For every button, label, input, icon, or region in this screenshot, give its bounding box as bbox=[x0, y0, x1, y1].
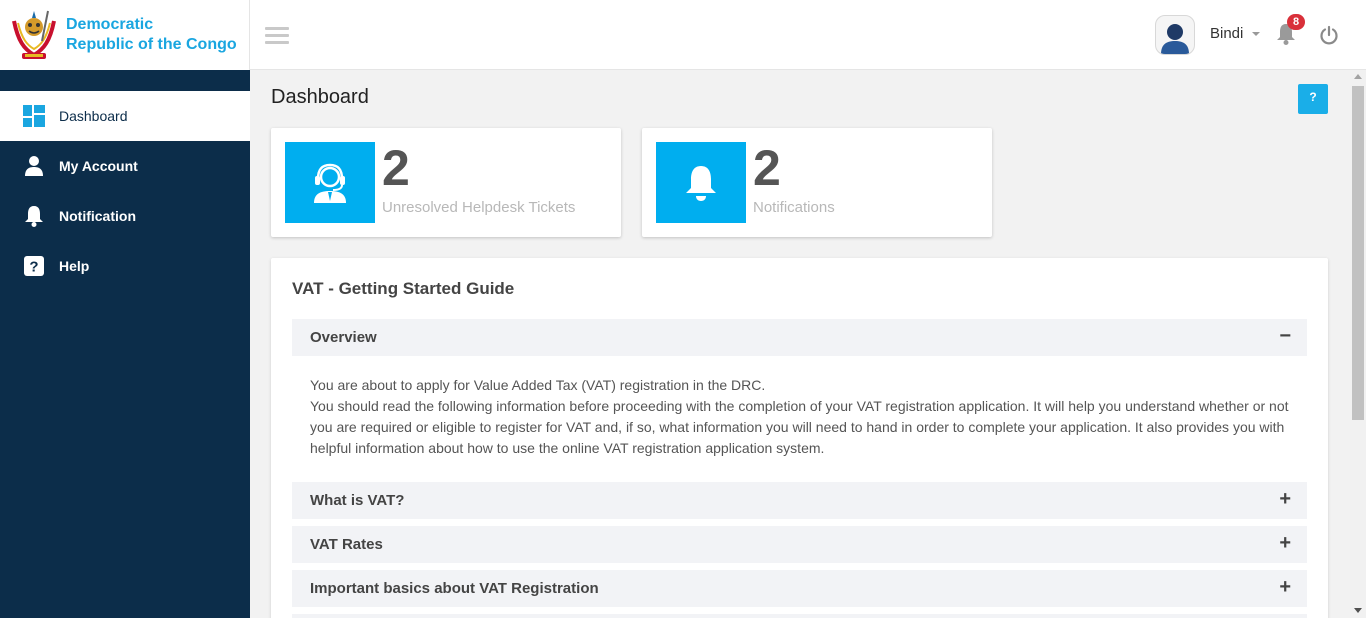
stat-label: Unresolved Helpdesk Tickets bbox=[382, 199, 576, 216]
accordion-label: Overview bbox=[310, 329, 377, 346]
scroll-up-arrow-icon[interactable] bbox=[1354, 74, 1362, 79]
power-icon[interactable] bbox=[1319, 25, 1339, 45]
collapse-icon: − bbox=[1279, 325, 1291, 347]
sidebar-item-my-account[interactable]: My Account bbox=[0, 141, 250, 191]
user-icon bbox=[23, 155, 45, 177]
accordion-overview[interactable]: Overview − bbox=[292, 319, 1307, 356]
accordion-label: VAT Rates bbox=[310, 536, 383, 553]
accordion-vat-rates[interactable]: VAT Rates + bbox=[292, 526, 1307, 563]
accordion-label: What is VAT? bbox=[310, 492, 405, 509]
guide-title: VAT - Getting Started Guide bbox=[292, 279, 515, 298]
sidebar-item-label: Dashboard bbox=[59, 108, 128, 124]
sidebar-item-label: My Account bbox=[59, 158, 138, 174]
stat-value: 2 bbox=[753, 140, 781, 196]
avatar[interactable] bbox=[1155, 15, 1195, 55]
hamburger-menu-icon[interactable] bbox=[265, 27, 289, 45]
stat-card-notifications[interactable]: 2 Notifications bbox=[642, 128, 992, 237]
svg-text:?: ? bbox=[29, 259, 38, 276]
sidebar-item-label: Help bbox=[59, 258, 90, 274]
user-menu[interactable]: Bindi bbox=[1210, 25, 1243, 42]
brand-line-1: Democratic bbox=[66, 16, 154, 33]
expand-icon: + bbox=[1279, 532, 1291, 554]
brand-header[interactable]: Democratic Republic of the Congo bbox=[0, 0, 250, 70]
sidebar-item-notification[interactable]: Notification bbox=[0, 191, 250, 241]
accordion-label: Important basics about VAT Registration bbox=[310, 580, 599, 597]
sidebar-item-dashboard[interactable]: Dashboard bbox=[0, 91, 250, 141]
vat-guide-panel: VAT - Getting Started Guide Overview − Y… bbox=[271, 258, 1328, 618]
expand-icon: + bbox=[1279, 576, 1291, 598]
brand-line-2: Republic of the Congo bbox=[66, 36, 237, 53]
sidebar-item-help[interactable]: ? Help bbox=[0, 241, 250, 291]
dashboard-grid-icon bbox=[23, 105, 45, 127]
accordion-next[interactable] bbox=[292, 614, 1307, 618]
bell-icon bbox=[656, 142, 746, 223]
sidebar-nav: Dashboard My Account Notification ? Help bbox=[0, 91, 250, 291]
sidebar: Democratic Republic of the Congo Dashboa… bbox=[0, 0, 250, 618]
overview-paragraph-1: You are about to apply for Value Added T… bbox=[310, 377, 766, 393]
sidebar-item-label: Notification bbox=[59, 208, 136, 224]
helpdesk-agent-icon bbox=[285, 142, 375, 223]
brand-strip bbox=[0, 70, 250, 91]
scrollbar[interactable] bbox=[1350, 70, 1366, 618]
bell-icon bbox=[23, 205, 45, 227]
scrollbar-thumb[interactable] bbox=[1352, 86, 1364, 420]
question-icon: ? bbox=[23, 255, 45, 277]
coat-of-arms-icon bbox=[12, 10, 56, 59]
stat-label: Notifications bbox=[753, 199, 835, 216]
brand-name: Democratic Republic of the Congo bbox=[66, 15, 237, 55]
stat-card-helpdesk[interactable]: 2 Unresolved Helpdesk Tickets bbox=[271, 128, 621, 237]
chevron-down-icon[interactable] bbox=[1252, 32, 1260, 36]
stat-value: 2 bbox=[382, 140, 410, 196]
page-title: Dashboard bbox=[271, 86, 369, 108]
scroll-down-arrow-icon[interactable] bbox=[1354, 608, 1362, 613]
overview-content: You are about to apply for Value Added T… bbox=[310, 375, 1300, 459]
help-button[interactable]: ? bbox=[1298, 84, 1328, 114]
top-bar: Bindi 8 bbox=[250, 0, 1366, 70]
notification-count-badge: 8 bbox=[1287, 14, 1305, 30]
expand-icon: + bbox=[1279, 488, 1291, 510]
accordion-what-is-vat[interactable]: What is VAT? + bbox=[292, 482, 1307, 519]
accordion-vat-registration-basics[interactable]: Important basics about VAT Registration … bbox=[292, 570, 1307, 607]
overview-paragraph-2: You should read the following informatio… bbox=[310, 398, 1289, 456]
